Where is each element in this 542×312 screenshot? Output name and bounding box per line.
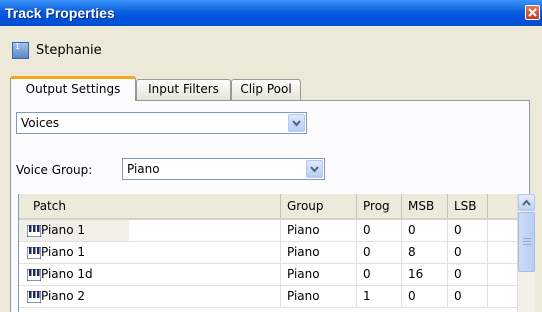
tab-strip: Output Settings Input Filters Clip Pool [10,76,540,101]
cell-patch: Piano 1 [39,220,281,241]
voice-group-label: Voice Group: [16,163,93,177]
voice-group-value: Piano [127,162,160,176]
cell-prog: 0 [357,264,402,285]
cell-patch: Piano 2 [39,286,281,307]
close-icon [528,8,537,17]
column-header-filler [488,194,517,218]
thumb-grip [523,244,531,245]
track-name: Stephanie [36,43,102,58]
tab-output-settings[interactable]: Output Settings [10,76,136,101]
tab-clip-pool[interactable]: Clip Pool [231,79,301,100]
cell-group: Piano [281,286,357,307]
chevron-up-icon [522,199,531,206]
table-row[interactable]: Piano 1d Piano 0 16 0 [19,264,517,286]
close-button[interactable] [525,5,540,20]
cell-prog: 0 [357,220,402,241]
vertical-scrollbar[interactable] [517,194,535,312]
title-bar: Track Properties [0,0,542,26]
window-title: Track Properties [5,5,115,21]
column-header-lsb[interactable]: LSB [448,194,488,218]
cell-prog: 1 [357,286,402,307]
chevron-down-icon [292,120,301,127]
mode-select-value: Voices [21,116,60,130]
chevron-down-icon [310,166,319,173]
cell-lsb: 0 [448,220,488,241]
thumb-grip [523,238,531,239]
track-number: 1 [15,42,21,51]
column-header-group[interactable]: Group [281,194,357,218]
mode-select-dropdown-button[interactable] [288,114,305,132]
cell-lsb: 0 [448,286,488,307]
cell-group: Piano [281,220,357,241]
scroll-thumb[interactable] [518,212,535,272]
cell-msb: 16 [402,264,448,285]
scroll-up-button[interactable] [518,194,535,211]
cell-prog: 0 [357,242,402,263]
cell-patch: Piano 1d [39,264,281,285]
track-icon: 1 [12,42,29,59]
table-row[interactable]: Piano 2 Piano 1 0 0 [19,286,517,308]
mode-select[interactable]: Voices [16,112,307,134]
cell-msb: 8 [402,242,448,263]
thumb-grip [523,241,531,242]
cell-lsb: 0 [448,242,488,263]
column-header-patch[interactable]: Patch [19,194,281,218]
cell-lsb: 0 [448,264,488,285]
patch-table-header: Patch Group Prog MSB LSB [19,194,517,220]
table-row[interactable]: Piano 1 Piano 0 0 0 [19,220,517,242]
voice-group-dropdown-button[interactable] [306,160,323,178]
table-row[interactable]: Piano 1 Piano 0 8 0 [19,242,517,264]
voice-group-select[interactable]: Piano [122,158,325,180]
cell-group: Piano [281,264,357,285]
cell-msb: 0 [402,220,448,241]
column-header-prog[interactable]: Prog [357,194,402,218]
cell-patch: Piano 1 [39,242,281,263]
tab-input-filters[interactable]: Input Filters [136,79,231,100]
patch-table: Patch Group Prog MSB LSB Piano 1 Piano 0… [18,194,535,312]
column-header-msb[interactable]: MSB [402,194,448,218]
cell-group: Piano [281,242,357,263]
cell-msb: 0 [402,286,448,307]
